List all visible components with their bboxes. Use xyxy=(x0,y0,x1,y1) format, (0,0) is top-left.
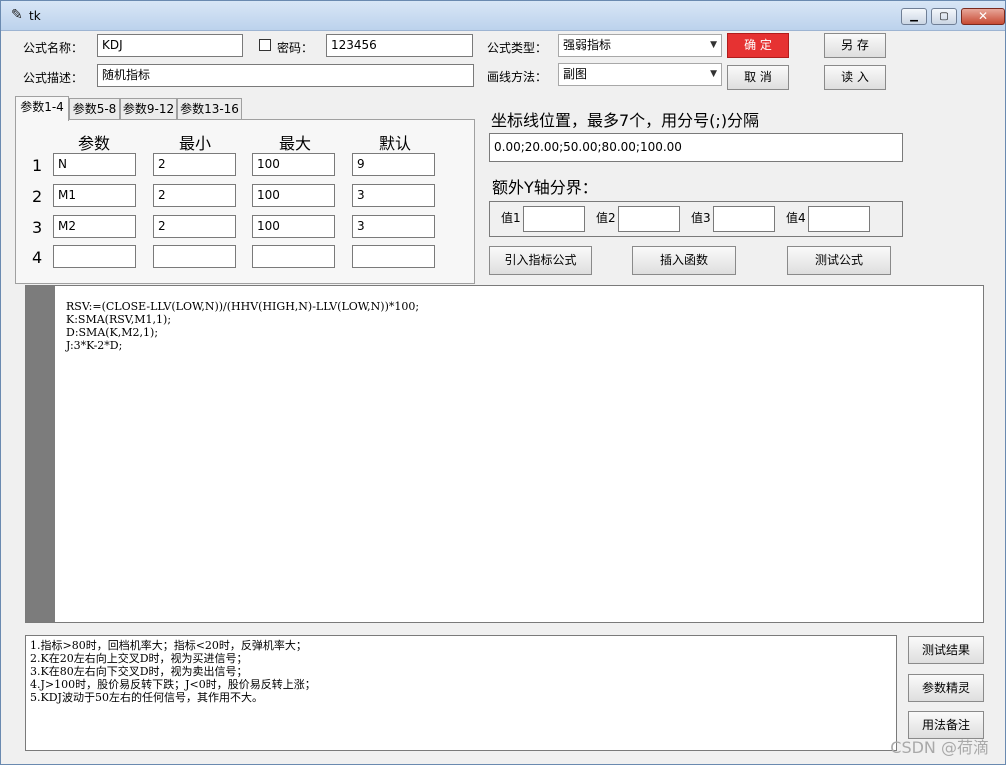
param-row-number: 1 xyxy=(32,156,43,175)
notes-line: 5.KDJ波动于50左右的任何信号，其作用不大。 xyxy=(30,691,263,704)
tab-params-1-4[interactable]: 参数1-4 xyxy=(15,96,69,121)
test-result-button[interactable]: 测试结果 xyxy=(908,636,984,664)
formula-name-input[interactable]: KDJ xyxy=(97,34,243,57)
notes-line: 1.指标>80时，回档机率大；指标<20时，反弹机率大； xyxy=(30,639,307,652)
code-line: D:SMA(K,M2,1); xyxy=(66,326,159,339)
minimize-button[interactable]: ▁ xyxy=(901,8,927,25)
tab-params-13-16[interactable]: 参数13-16 xyxy=(177,98,242,120)
notes-line: 2.K在20左右向上交叉D时，视为买进信号； xyxy=(30,652,248,665)
code-line: J:3*K-2*D; xyxy=(66,339,123,352)
param-default-input[interactable]: 3 xyxy=(352,215,435,238)
header-max: 最大 xyxy=(279,134,312,153)
window-title: tk xyxy=(29,9,41,23)
axis-lines-label: 坐标线位置，最多7个，用分号(;)分隔 xyxy=(491,111,760,130)
param-name-input[interactable]: M1 xyxy=(53,184,136,207)
save-as-button[interactable]: 另 存 xyxy=(824,33,886,58)
password-checkbox[interactable] xyxy=(259,39,271,51)
value4-label: 值4 xyxy=(786,211,806,225)
confirm-button[interactable]: 确 定 xyxy=(727,33,789,58)
param-row-number: 2 xyxy=(32,187,43,206)
param-name-input[interactable] xyxy=(53,245,136,268)
formula-type-label: 公式类型： xyxy=(487,41,548,55)
load-button[interactable]: 读 入 xyxy=(824,65,886,90)
param-min-input[interactable]: 2 xyxy=(153,184,236,207)
password-label: 密码： xyxy=(277,41,314,55)
feather-icon: ✎ xyxy=(11,7,23,23)
param-row-number: 4 xyxy=(32,248,43,267)
param-default-input[interactable]: 3 xyxy=(352,184,435,207)
code-line: K:SMA(RSV,M1,1); xyxy=(66,313,172,326)
draw-method-select[interactable]: 副图 ▼ xyxy=(558,63,722,86)
password-input[interactable]: 123456 xyxy=(326,34,473,57)
tab-params-5-8[interactable]: 参数5-8 xyxy=(69,98,120,120)
maximize-button[interactable]: ▢ xyxy=(931,8,957,25)
draw-method-value: 副图 xyxy=(563,67,588,81)
formula-editor[interactable]: RSV:=(CLOSE-LLV(LOW,N))/(HHV(HIGH,N)-LLV… xyxy=(25,285,984,623)
watermark: CSDN @荷滴 xyxy=(890,738,989,757)
value3-input[interactable] xyxy=(713,206,775,232)
formula-type-value: 强弱指标 xyxy=(563,38,612,52)
formula-desc-label: 公式描述： xyxy=(23,71,84,85)
param-min-input[interactable] xyxy=(153,245,236,268)
cancel-button[interactable]: 取 消 xyxy=(727,65,789,90)
close-button[interactable]: ✕ xyxy=(961,8,1005,25)
draw-method-label: 画线方法： xyxy=(487,70,548,84)
header-param: 参数 xyxy=(78,134,111,153)
params-panel: 参数 最小 最大 默认 1 N 2 100 9 2 M1 2 100 3 3 M… xyxy=(15,119,475,284)
axis-lines-input[interactable]: 0.00;20.00;50.00;80.00;100.00 xyxy=(489,133,903,162)
param-max-input[interactable] xyxy=(252,245,335,268)
insert-function-button[interactable]: 插入函数 xyxy=(632,246,736,275)
param-min-input[interactable]: 2 xyxy=(153,215,236,238)
param-default-input[interactable]: 9 xyxy=(352,153,435,176)
value3-label: 值3 xyxy=(691,211,711,225)
extra-y-axis-label: 额外Y轴分界： xyxy=(492,178,598,197)
header-default: 默认 xyxy=(379,134,412,153)
formula-name-label: 公式名称： xyxy=(23,41,84,55)
value2-input[interactable] xyxy=(618,206,680,232)
header-min: 最小 xyxy=(179,134,212,153)
param-max-input[interactable]: 100 xyxy=(252,215,335,238)
import-formula-button[interactable]: 引入指标公式 xyxy=(489,246,592,275)
param-max-input[interactable]: 100 xyxy=(252,184,335,207)
code-line: RSV:=(CLOSE-LLV(LOW,N))/(HHV(HIGH,N)-LLV… xyxy=(66,300,420,313)
chevron-down-icon: ▼ xyxy=(710,40,717,50)
value2-label: 值2 xyxy=(596,211,616,225)
main-window: ✎ tk ▁ ▢ ✕ 公式名称： KDJ 密码： 123456 公式类型： 强弱… xyxy=(0,0,1006,765)
editor-gutter xyxy=(26,286,55,622)
param-row-number: 3 xyxy=(32,218,43,237)
param-name-input[interactable]: M2 xyxy=(53,215,136,238)
param-min-input[interactable]: 2 xyxy=(153,153,236,176)
notes-line: 3.K在80左右向下交叉D时，视为卖出信号； xyxy=(30,665,248,678)
title-bar: ✎ tk ▁ ▢ ✕ xyxy=(1,1,1005,31)
tab-params-9-12[interactable]: 参数9-12 xyxy=(120,98,177,120)
param-max-input[interactable]: 100 xyxy=(252,153,335,176)
param-wizard-button[interactable]: 参数精灵 xyxy=(908,674,984,702)
value1-input[interactable] xyxy=(523,206,585,232)
test-formula-button[interactable]: 测试公式 xyxy=(787,246,891,275)
value1-label: 值1 xyxy=(501,211,521,225)
formula-desc-input[interactable]: 随机指标 xyxy=(97,64,474,87)
formula-type-select[interactable]: 强弱指标 ▼ xyxy=(558,34,722,57)
usage-notes-textarea[interactable]: 1.指标>80时，回档机率大；指标<20时，反弹机率大； 2.K在20左右向上交… xyxy=(25,635,897,751)
chevron-down-icon: ▼ xyxy=(710,69,717,79)
value4-input[interactable] xyxy=(808,206,870,232)
notes-line: 4.J>100时，股价易反转下跌；J<0时，股价易反转上涨； xyxy=(30,678,316,691)
param-default-input[interactable] xyxy=(352,245,435,268)
param-name-input[interactable]: N xyxy=(53,153,136,176)
formula-code: RSV:=(CLOSE-LLV(LOW,N))/(HHV(HIGH,N)-LLV… xyxy=(66,300,419,352)
